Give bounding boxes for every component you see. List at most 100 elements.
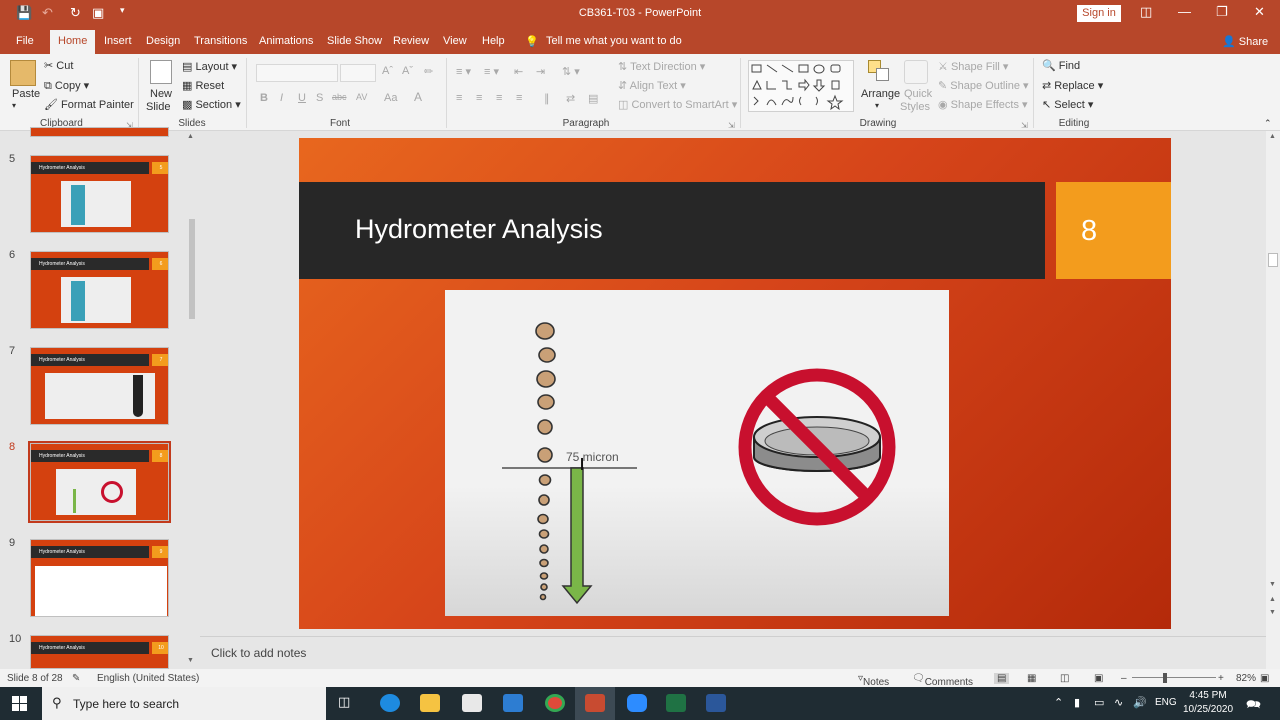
zoom-slider-thumb[interactable] — [1163, 673, 1167, 683]
usb-icon[interactable]: ▮ — [1074, 696, 1080, 709]
comments-toggle[interactable]: 🗨 Comments — [912, 673, 973, 688]
windows-start-icon[interactable] — [12, 696, 27, 711]
scroll-down-icon[interactable]: ▼ — [187, 657, 194, 664]
slide-sorter-icon[interactable]: ▦ — [1027, 673, 1036, 684]
spellcheck-icon[interactable]: ✎ — [72, 673, 80, 684]
powerpoint-taskbar-button[interactable] — [575, 687, 615, 720]
bold-button[interactable]: B — [260, 92, 268, 104]
align-right-icon[interactable]: ≡ — [496, 92, 502, 104]
font-name-box[interactable] — [256, 64, 338, 82]
normal-view-icon[interactable]: ▤ — [994, 673, 1010, 684]
select-button[interactable]: ↖ Select ▾ — [1042, 98, 1093, 111]
shadow-button[interactable]: S — [316, 92, 323, 104]
task-view-icon[interactable]: ◫ — [338, 694, 358, 712]
battery-icon[interactable]: ▭ — [1094, 696, 1104, 709]
align-text-button[interactable]: ⇵ Align Text ▾ — [618, 79, 686, 92]
quick-styles-icon[interactable] — [904, 60, 928, 84]
paste-dropdown-icon[interactable]: ▾ — [12, 101, 16, 110]
tab-insert[interactable]: Insert — [104, 35, 132, 47]
shape-effects-button[interactable]: ◉ Shape Effects ▾ — [938, 98, 1028, 111]
reading-view-icon[interactable]: ◫ — [1060, 673, 1069, 684]
notes-toggle[interactable]: ▿ Notes — [858, 673, 889, 688]
zoom-level[interactable]: 82% — [1236, 673, 1256, 684]
zoom-slider[interactable] — [1132, 677, 1216, 678]
collapse-ribbon-icon[interactable]: ⌃ — [1264, 118, 1272, 129]
previous-slide-icon[interactable]: ▲ — [1269, 596, 1276, 603]
zoom-app-icon[interactable] — [627, 694, 647, 712]
bullets-icon[interactable]: ≡ ▾ — [456, 65, 471, 78]
slide-thumbnail-9[interactable]: Hydrometer Analysis 9 — [30, 539, 169, 617]
editor-scrollbar[interactable]: ▲ ▼ ▲ ▼ — [1266, 131, 1280, 669]
convert-smartart-button[interactable]: ◫ Convert to SmartArt ▾ — [618, 98, 737, 111]
rtl-icon[interactable]: ⇄ — [566, 92, 575, 105]
layout-button[interactable]: ▤ Layout ▾ — [182, 60, 237, 73]
close-icon[interactable]: ✕ — [1254, 4, 1265, 20]
increase-indent-icon[interactable]: ⇥ — [536, 65, 545, 78]
thumbnail-scrollbar-thumb[interactable] — [189, 219, 195, 319]
decrease-indent-icon[interactable]: ⇤ — [514, 65, 523, 78]
clock[interactable]: 4:45 PM 10/25/2020 — [1183, 689, 1233, 717]
show-hidden-icons[interactable]: ⌃ — [1054, 696, 1063, 709]
arrange-dropdown-icon[interactable]: ▾ — [875, 101, 879, 110]
slide-counter[interactable]: Slide 8 of 28 — [7, 673, 63, 684]
store-icon[interactable] — [462, 694, 482, 712]
slide-title[interactable]: Hydrometer Analysis — [355, 214, 603, 245]
strikethrough-button[interactable]: abc — [332, 92, 347, 102]
slide-number-box[interactable]: 8 — [1056, 182, 1171, 279]
cut-button[interactable]: ✂ Cut — [44, 59, 73, 72]
word-icon[interactable] — [706, 694, 726, 712]
file-explorer-icon[interactable] — [420, 694, 440, 712]
justify-icon[interactable]: ≡ — [516, 92, 522, 104]
new-slide-button[interactable]: New — [150, 88, 172, 100]
copy-button[interactable]: ⧉ Copy ▾ — [44, 79, 89, 93]
shapes-gallery[interactable] — [748, 60, 854, 112]
zoom-in-icon[interactable]: + — [1218, 673, 1224, 684]
scroll-up-icon[interactable]: ▲ — [187, 133, 194, 140]
taskbar-search-box[interactable]: ⚲ Type here to search — [42, 687, 326, 720]
minimize-icon[interactable]: — — [1178, 4, 1191, 19]
slide-thumbnail-pane[interactable]: 5 Hydrometer Analysis 5 6 Hydrometer Ana… — [0, 127, 200, 669]
format-painter-button[interactable]: 🖌 Format Painter — [44, 98, 134, 111]
quick-styles-button[interactable]: Quick — [904, 88, 932, 100]
tab-view[interactable]: View — [443, 35, 467, 47]
sedimentation-image[interactable]: 75 micron ❙ — [445, 290, 949, 616]
scroll-down-icon[interactable]: ▼ — [1269, 581, 1276, 588]
tab-slide-show[interactable]: Slide Show — [327, 35, 382, 47]
tab-animations[interactable]: Animations — [259, 35, 313, 47]
thumbnail-scrollbar[interactable]: ▲ ▼ — [187, 133, 197, 667]
font-color-button[interactable]: A — [414, 90, 422, 104]
paste-icon[interactable] — [10, 60, 36, 86]
language-indicator[interactable]: English (United States) — [97, 673, 199, 684]
find-button[interactable]: 🔍 Find — [1042, 59, 1080, 72]
section-button[interactable]: ▩ Section ▾ — [182, 98, 241, 111]
decrease-font-icon[interactable]: Aˇ — [402, 65, 413, 77]
underline-button[interactable]: U — [298, 92, 306, 104]
wifi-icon[interactable]: ∿ — [1114, 696, 1123, 709]
slide-thumbnail-6[interactable]: Hydrometer Analysis 6 — [30, 251, 169, 329]
chrome-icon[interactable] — [545, 694, 565, 712]
paragraph-launcher-icon[interactable]: ⇲ — [728, 121, 735, 130]
tab-help[interactable]: Help — [482, 35, 505, 47]
shape-outline-button[interactable]: ✎ Shape Outline ▾ — [938, 79, 1029, 92]
editor-scrollbar-thumb[interactable] — [1268, 253, 1278, 267]
tab-file[interactable]: File — [16, 35, 34, 47]
edge-icon[interactable] — [380, 694, 400, 712]
tab-transitions[interactable]: Transitions — [194, 35, 247, 47]
notes-placeholder[interactable]: Click to add notes — [211, 646, 306, 660]
drawing-launcher-icon[interactable]: ⇲ — [1021, 121, 1028, 130]
fit-to-window-icon[interactable]: ▣ — [1260, 673, 1269, 684]
arrange-icon[interactable] — [868, 60, 892, 82]
new-slide-label[interactable]: Slide — [146, 101, 170, 113]
volume-icon[interactable]: 🔊 — [1133, 696, 1147, 709]
excel-icon[interactable] — [666, 694, 686, 712]
shape-fill-button[interactable]: ⚔ Shape Fill ▾ — [938, 60, 1008, 73]
tab-design[interactable]: Design — [146, 35, 180, 47]
line-spacing-icon[interactable]: ⇅ ▾ — [562, 65, 580, 78]
share-button[interactable]: 👤 Share — [1222, 35, 1268, 48]
scroll-up-icon[interactable]: ▲ — [1269, 133, 1276, 140]
slideshow-view-icon[interactable]: ▣ — [1094, 673, 1103, 684]
language-tray[interactable]: ENG — [1155, 697, 1177, 708]
arrange-button[interactable]: Arrange — [861, 88, 900, 100]
increase-font-icon[interactable]: Aˆ — [382, 65, 393, 77]
micron-label[interactable]: 75 micron — [566, 450, 619, 464]
